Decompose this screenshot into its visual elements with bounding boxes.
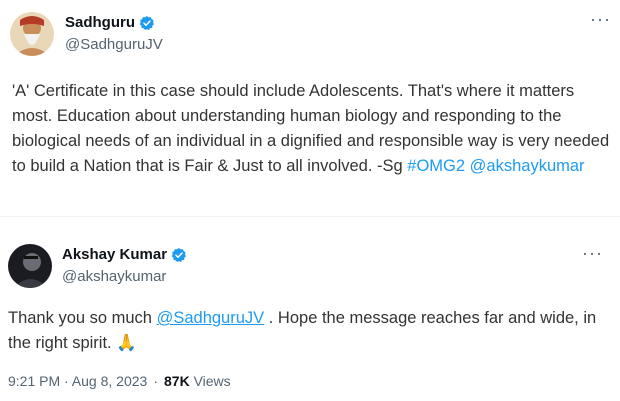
more-options-icon[interactable]: ··· <box>590 10 611 28</box>
avatar-sadhguru[interactable] <box>10 12 54 56</box>
hashtag-link[interactable]: #OMG2 <box>407 157 465 175</box>
folded-hands-emoji-icon: 🙏 <box>116 334 137 352</box>
author-handle-akshaykumar[interactable]: @akshaykumar <box>62 268 166 285</box>
verified-badge-icon <box>171 247 187 262</box>
verified-badge-icon <box>139 15 154 30</box>
tweet-text-akshaykumar: Thank you so much @SadhguruJV . Hope the… <box>8 309 597 352</box>
more-options-icon[interactable]: ··· <box>582 244 603 262</box>
view-count: 87K Views <box>164 373 231 389</box>
tweet-text-sadhguru: 'A' Certificate in this case should incl… <box>12 82 610 175</box>
meta-separator: · <box>153 373 158 389</box>
author-name-akshaykumar[interactable]: Akshay Kumar <box>62 246 187 263</box>
timestamp[interactable]: 9:21 PM · Aug 8, 2023 <box>8 373 147 389</box>
tweet-meta: 9:21 PM · Aug 8, 2023 · 87K Views <box>8 373 231 389</box>
author-name-sadhguru[interactable]: Sadhguru <box>65 14 155 31</box>
mention-link-sadhgurujv[interactable]: @SadhguruJV <box>157 309 265 327</box>
author-handle-sadhguru[interactable]: @SadhguruJV <box>65 36 163 53</box>
avatar-akshaykumar[interactable] <box>8 244 52 288</box>
mention-link-akshaykumar[interactable]: @akshaykumar <box>470 157 585 175</box>
